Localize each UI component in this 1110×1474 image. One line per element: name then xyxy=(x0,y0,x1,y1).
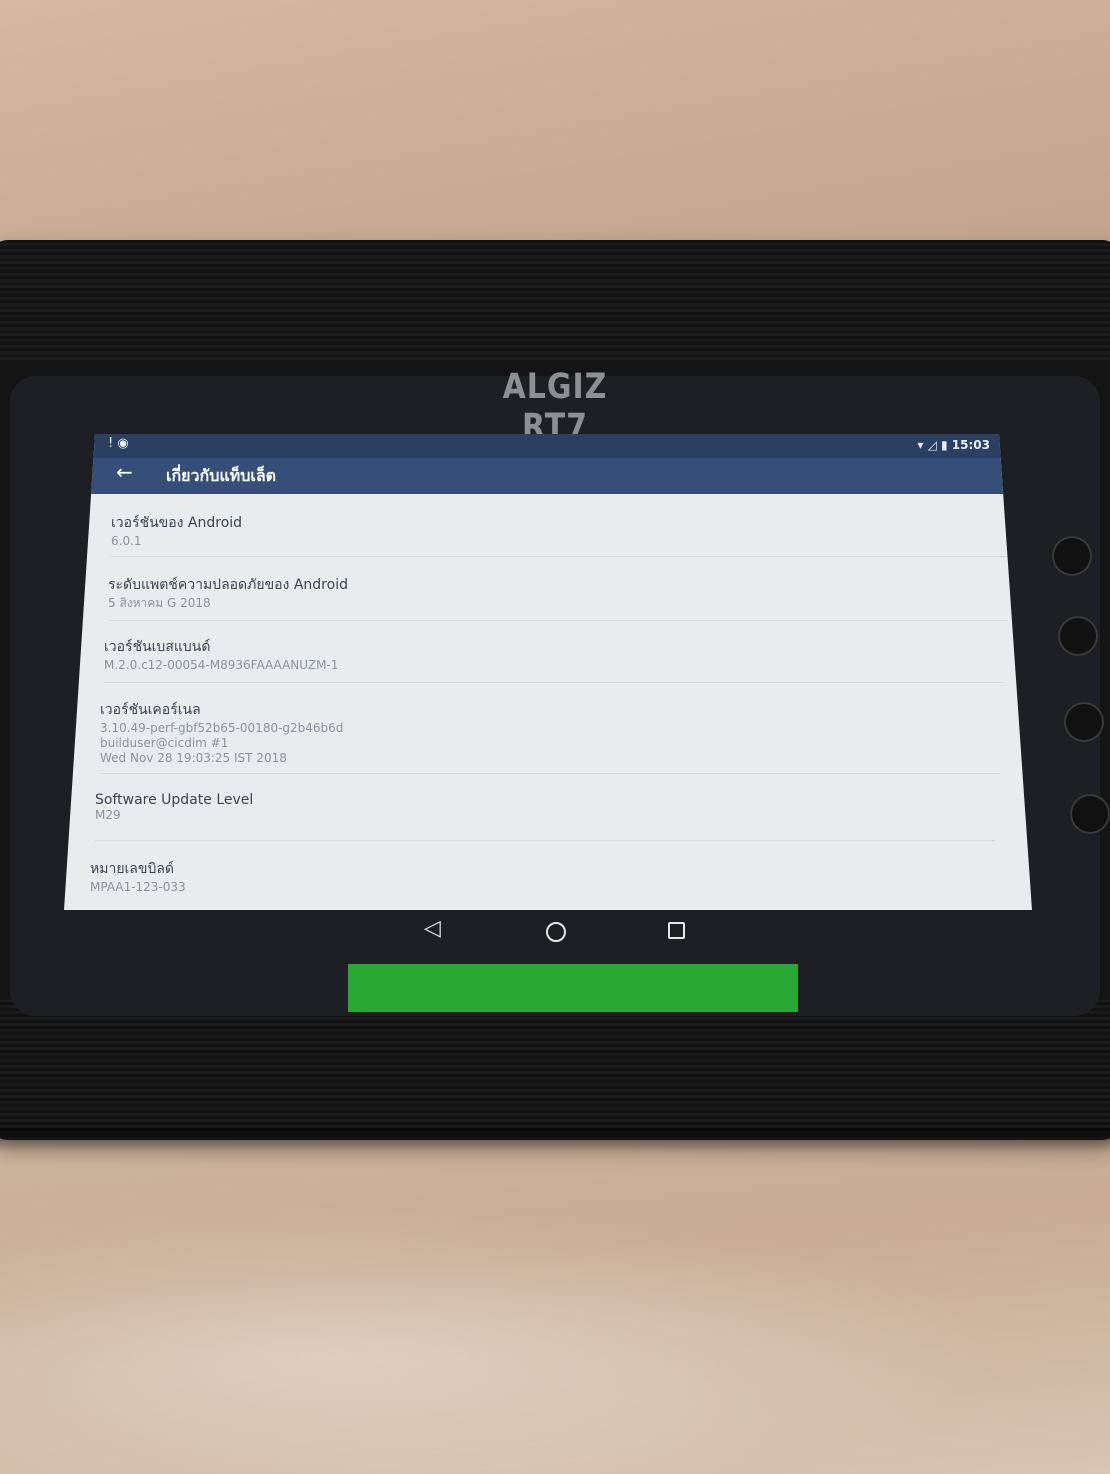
nav-back-icon[interactable]: ◁ xyxy=(424,916,441,941)
status-right-group: ▾ ◿ ▮ 15:03 xyxy=(917,438,990,452)
side-button-2[interactable] xyxy=(1058,616,1098,656)
list-item-software-update-level[interactable]: Software Update Level M29 xyxy=(95,792,995,841)
signal-icon: ◿ xyxy=(927,438,937,452)
item-value-line: 3.10.49-perf-gbf52b65-00180-g2b46b6d xyxy=(100,721,344,735)
item-title: เวอร์ชันเบสแบนด์ xyxy=(104,639,211,655)
recents-square-icon[interactable] xyxy=(668,922,685,939)
side-button-3[interactable] xyxy=(1064,702,1104,742)
item-value-line: builduser@cicdim #1 xyxy=(100,736,229,750)
table-glare xyxy=(0,1180,1110,1474)
tablet-screen: ! ◉ ▾ ◿ ▮ 15:03 ← เกี่ยวกับแท็บเล็ต เวอร… xyxy=(64,434,1032,910)
notification-icons: ! ◉ xyxy=(108,436,129,451)
list-item-android-version[interactable]: เวอร์ชันของ Android 6.0.1 xyxy=(111,512,1011,557)
status-bar: ! ◉ ▾ ◿ ▮ 15:03 xyxy=(64,434,1032,458)
item-value-line: Wed Nov 28 19:03:25 IST 2018 xyxy=(100,751,287,765)
item-title: เวอร์ชันของ Android xyxy=(111,515,243,531)
item-value: MPAA1-123-033 xyxy=(90,880,186,894)
page-title: เกี่ยวกับแท็บเล็ต xyxy=(166,466,277,485)
table-surface-top xyxy=(0,0,1110,260)
side-button-4[interactable] xyxy=(1070,794,1110,834)
case-strap-top xyxy=(0,240,1110,360)
case-strap-bottom xyxy=(0,1000,1110,1140)
clock: 15:03 xyxy=(951,438,990,452)
side-button-1[interactable] xyxy=(1052,536,1092,576)
wifi-icon: ▾ xyxy=(917,438,924,452)
list-item-build-number[interactable]: หมายเลขบิลด์ MPAA1-123-033 xyxy=(90,858,990,910)
arrow-left-icon[interactable]: ← xyxy=(116,460,133,484)
item-title: หมายเลขบิลด์ xyxy=(90,861,175,877)
item-value: M.2.0.c12-00054-M8936FAAAANUZM-1 xyxy=(104,658,339,672)
list-item-security-patch[interactable]: ระดับแพตช์ความปลอดภัยของ Android 5 สิงหา… xyxy=(108,574,1008,621)
item-title: เวอร์ชันเคอร์เนล xyxy=(100,702,201,718)
item-value: 5 สิงหาคม G 2018 xyxy=(108,596,211,610)
list-item-kernel-version[interactable]: เวอร์ชันเคอร์เนล 3.10.49-perf-gbf52b65-0… xyxy=(100,699,1000,774)
item-value: M29 xyxy=(95,808,121,822)
battery-icon: ▮ xyxy=(941,438,948,452)
green-label-tag xyxy=(348,964,798,1012)
navigation-bar: ◁ xyxy=(380,912,720,946)
case-shadow xyxy=(0,1128,1110,1152)
item-title: ระดับแพตช์ความปลอดภัยของ Android xyxy=(108,577,348,593)
item-value: 6.0.1 xyxy=(111,534,142,548)
home-circle-icon[interactable] xyxy=(546,922,566,942)
list-item-baseband-version[interactable]: เวอร์ชันเบสแบนด์ M.2.0.c12-00054-M8936FA… xyxy=(104,636,1004,683)
item-title: Software Update Level xyxy=(95,792,254,808)
